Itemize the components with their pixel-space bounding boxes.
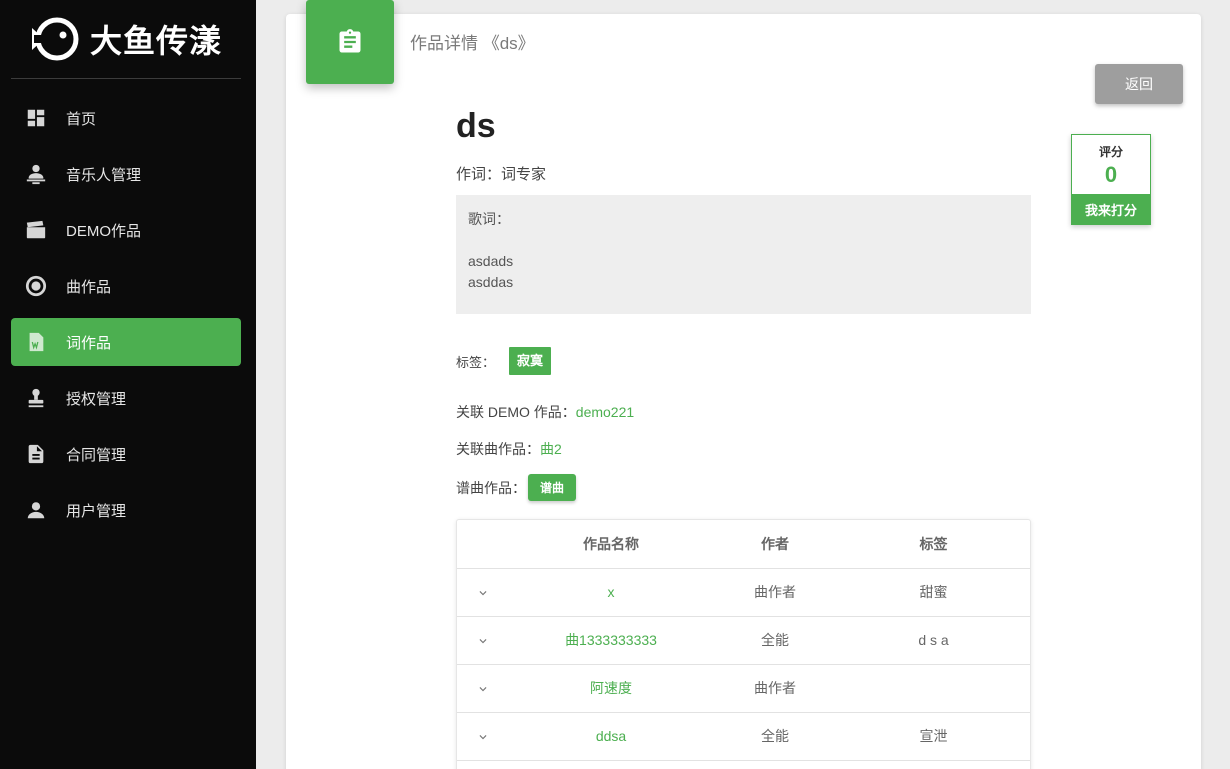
sidebar-item-contracts[interactable]: 合同管理 — [11, 430, 241, 478]
sidebar-item-demo[interactable]: DEMO作品 — [11, 206, 241, 254]
sidebar-item-home[interactable]: 首页 — [11, 94, 241, 142]
user-icon — [25, 499, 47, 521]
row-name-link[interactable]: x — [509, 568, 713, 617]
expand-column-header — [457, 520, 509, 569]
sidebar-item-label: 词作品 — [66, 334, 112, 352]
document-icon — [25, 443, 47, 465]
table-row: 阿速度 曲作者 — [457, 664, 1030, 713]
row-tag: 宣泄 — [837, 712, 1030, 761]
compose-row: 谱曲作品： 谱曲 — [456, 474, 577, 501]
sidebar-item-authorization[interactable]: 授权管理 — [11, 374, 241, 422]
sidebar-item-music-works[interactable]: 曲作品 — [11, 262, 241, 310]
work-detail-card: 作品详情 《ds》 返回 ds 作词：词专家 歌词： asdads asddas… — [286, 0, 1201, 769]
dashboard-icon — [25, 107, 47, 129]
row-author: 曲作者 — [713, 664, 837, 713]
chevron-down-icon[interactable] — [457, 568, 509, 617]
related-music-link[interactable]: 曲2 — [540, 441, 562, 457]
compositions-table: 作品名称 作者 标签 x 曲作者 甜蜜 曲1333333333 全能 d s a — [456, 519, 1031, 769]
lyricist-label: 作词： — [456, 166, 502, 183]
sidebar-nav: 首页 音乐人管理 DEMO作品 曲作品 词作品 授权管理 合同管理 用户管理 — [11, 94, 241, 542]
related-music-label: 关联曲作品： — [456, 441, 540, 457]
fish-logo-icon — [31, 17, 79, 61]
work-title: ds — [456, 107, 496, 145]
brand-name: 大鱼传漾 — [89, 22, 222, 60]
sidebar-item-lyric-works[interactable]: 词作品 — [11, 318, 241, 366]
tags-row: 标签： 寂寞 — [456, 347, 552, 375]
chevron-down-icon[interactable] — [457, 664, 509, 713]
related-demo: 关联 DEMO 作品：demo221 — [456, 402, 634, 422]
sidebar-item-label: DEMO作品 — [66, 222, 142, 240]
lyricist-name: 词专家 — [501, 166, 547, 183]
related-demo-link[interactable]: demo221 — [576, 404, 634, 420]
row-author: 曲作者 — [713, 568, 837, 617]
related-demo-label: 关联 DEMO 作品： — [456, 404, 576, 420]
row-tag: 甜蜜 — [837, 568, 1030, 617]
sidebar-item-users[interactable]: 用户管理 — [11, 486, 241, 534]
rating-value: 0 — [1104, 162, 1118, 187]
row-tag — [837, 664, 1030, 713]
chevron-down-icon[interactable] — [457, 712, 509, 761]
sidebar-item-label: 授权管理 — [66, 390, 127, 408]
brand[interactable]: 大鱼传漾 — [11, 0, 241, 79]
stamp-icon — [25, 387, 47, 409]
sidebar-item-label: 曲作品 — [66, 278, 112, 296]
table-row: x 曲作者 甜蜜 — [457, 568, 1030, 617]
word-file-icon — [25, 331, 47, 353]
column-header-name[interactable]: 作品名称 — [509, 520, 713, 569]
rating-box: 评分 0 我来打分 — [1071, 134, 1151, 225]
musician-icon — [25, 163, 47, 185]
compose-button[interactable]: 谱曲 — [528, 474, 577, 501]
sidebar-item-label: 音乐人管理 — [66, 166, 142, 184]
compose-label: 谱曲作品： — [456, 479, 526, 496]
row-name-link[interactable]: 阿速度 — [509, 664, 713, 713]
related-music: 关联曲作品：曲2 — [456, 439, 562, 459]
column-header-author[interactable]: 作者 — [713, 520, 837, 569]
lyrics-label: 歌词： — [468, 211, 510, 227]
lyricist-line: 作词：词专家 — [456, 163, 546, 184]
table-row: 曲1333333333 全能 d s a — [457, 616, 1030, 665]
sidebar-item-label: 首页 — [66, 110, 97, 128]
sidebar-item-label: 合同管理 — [66, 446, 127, 464]
rate-button[interactable]: 我来打分 — [1071, 194, 1151, 225]
lyrics-box: 歌词： asdads asddas — [456, 195, 1031, 314]
sidebar: 大鱼传漾 首页 音乐人管理 DEMO作品 曲作品 词作品 授权管理 合同管理 用… — [0, 0, 256, 769]
row-author: 全能 — [713, 616, 837, 665]
row-name-link[interactable]: ddsa — [509, 712, 713, 761]
chevron-down-icon[interactable] — [457, 616, 509, 665]
card-header-badge — [306, 0, 394, 84]
clipboard-icon — [339, 29, 361, 53]
row-name-link[interactable]: 曲1333333333 — [509, 616, 713, 665]
record-icon — [25, 275, 47, 297]
column-header-tag[interactable]: 标签 — [837, 520, 1030, 569]
table-row: ddsa 全能 宣泄 — [457, 712, 1030, 761]
sidebar-item-label: 用户管理 — [66, 502, 127, 520]
row-author: 全能 — [713, 712, 837, 761]
row-tag: d s a — [837, 616, 1030, 665]
sidebar-item-musicians[interactable]: 音乐人管理 — [11, 150, 241, 198]
table-header-row: 作品名称 作者 标签 — [457, 520, 1030, 569]
rating-label: 评分 — [1098, 145, 1123, 159]
clapperboard-icon — [25, 219, 47, 241]
page-title: 作品详情 《ds》 — [410, 34, 535, 53]
lyrics-line: asddas — [468, 274, 514, 290]
back-button[interactable]: 返回 — [1095, 64, 1183, 104]
tag-chip: 寂寞 — [509, 347, 552, 375]
lyrics-line: asdads — [468, 253, 514, 269]
tags-label: 标签： — [456, 354, 496, 370]
